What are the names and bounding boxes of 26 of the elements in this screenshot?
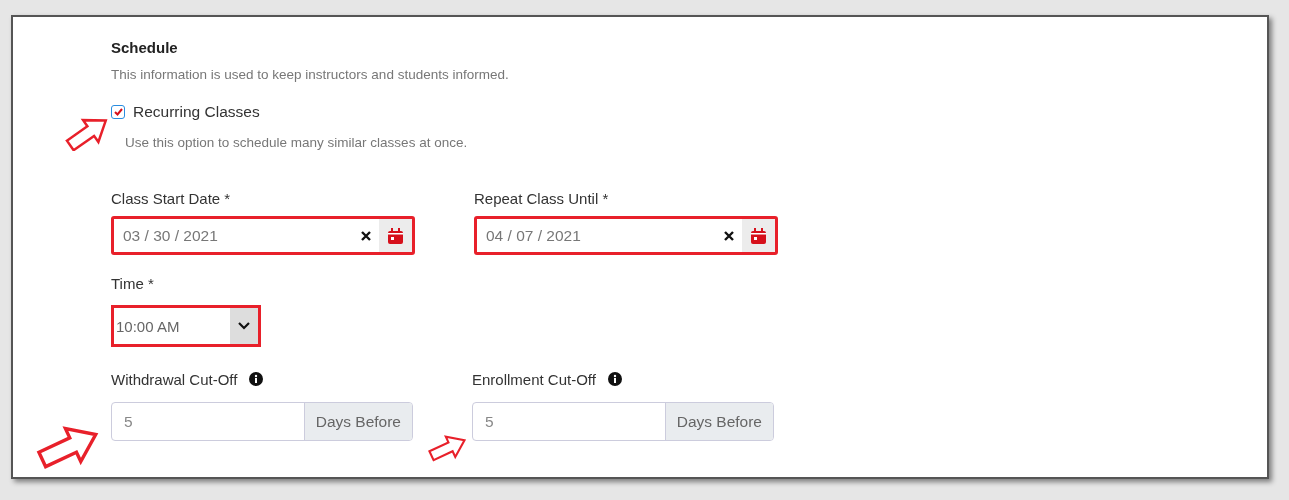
number-field[interactable]: 5 Days Before [472,402,774,441]
section-title: Schedule [111,39,179,58]
calendar-icon [388,227,403,244]
field-suffix: Days Before [664,403,773,440]
date-field[interactable]: 04 / 07 / 2021 [474,216,778,255]
field-label: Class Start Date * [111,188,232,208]
info-icon[interactable] [607,372,622,386]
close-icon [724,230,734,241]
field-label: Time * [111,273,155,293]
chevron-down-icon [238,322,250,330]
close-icon [361,230,371,241]
calendar-button[interactable] [379,219,412,252]
date-field[interactable]: 03 / 30 / 2021 [111,216,415,255]
field-label: Repeat Class Until * [474,188,610,208]
field-label: Enrollment Cut-Off [472,370,596,388]
number-field[interactable]: 5 Days Before [111,402,413,441]
checkbox[interactable] [111,105,125,119]
checkbox-label: Recurring Classes [133,103,260,121]
help-text: Use this option to schedule many similar classes at once. [125,135,469,150]
time-select[interactable]: 10:00 AM [111,305,261,347]
section-description: This information is used to keep instructors and students informed. [111,67,510,82]
field-suffix: Days Before [303,403,412,440]
info-icon[interactable] [249,372,264,386]
calendar-icon [751,227,766,244]
field-label: Withdrawal Cut-Off [111,370,238,388]
calendar-button[interactable] [742,219,775,252]
